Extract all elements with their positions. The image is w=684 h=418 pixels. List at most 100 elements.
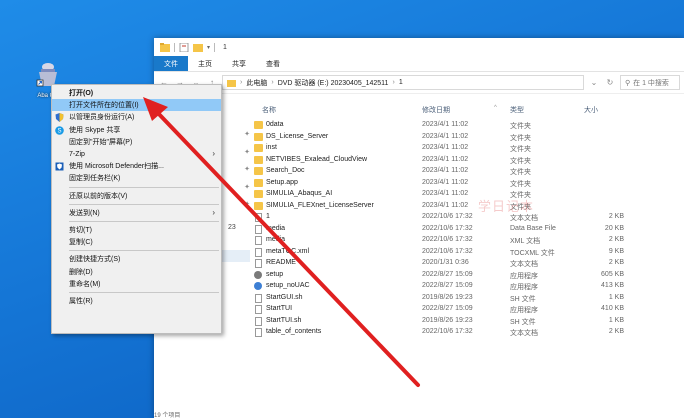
menu-item-label: 复制(C)	[69, 239, 93, 247]
menu-item[interactable]: 7-Zip ›	[52, 148, 221, 160]
file-type: SH 文件	[510, 295, 536, 303]
menu-item[interactable]: 重命名(M)	[52, 278, 221, 290]
pin-icon[interactable]: ✦	[242, 183, 252, 201]
chevron-right-icon: ›	[271, 79, 274, 86]
file-row[interactable]: StartGUI.sh 2019/8/26 19:23 SH 文件 1 KB	[254, 293, 684, 305]
file-row[interactable]: table_of_contents 2022/10/6 17:32 文本文档 2 KB	[254, 327, 684, 339]
file-row[interactable]: setup 2022/8/27 15:09 应用程序 605 KB	[254, 270, 684, 282]
file-name: StartTUI	[266, 305, 293, 312]
new-folder-icon[interactable]	[193, 43, 203, 52]
pin-icon[interactable]: ✦	[242, 130, 252, 148]
file-row[interactable]: 0data 2023/4/1 11:02 文件夹	[254, 120, 684, 132]
tab-file[interactable]: 文件	[154, 56, 188, 71]
menu-item[interactable]: 固定到任务栏(K)	[52, 172, 221, 184]
file-row[interactable]: StartTUI 2022/8/27 15:09 应用程序 410 KB	[254, 304, 684, 316]
menu-item-label: 删除(D)	[69, 268, 93, 276]
ribbon-tabs: 文件 主页 共享 查看	[154, 56, 684, 72]
shield-icon	[55, 113, 64, 123]
menu-item[interactable]: 固定到"开始"屏幕(P)	[52, 136, 221, 148]
column-type[interactable]: 类型	[510, 105, 524, 115]
address-row: ← → ⌄ ↑ › 此电脑 › DVD 驱动器 (E:) 20230405_14…	[154, 72, 684, 94]
menu-item[interactable]: 发送到(N) ›	[52, 207, 221, 219]
breadcrumb-dvd-drive[interactable]: DVD 驱动器 (E:) 20230405_142511	[278, 78, 389, 88]
chevron-down-icon[interactable]: ⌄	[588, 77, 600, 89]
file-date: 2023/4/1 11:02	[422, 121, 469, 128]
tab-share[interactable]: 共享	[222, 56, 256, 71]
menu-item[interactable]: 以管理员身份运行(A)	[52, 111, 221, 123]
refresh-icon[interactable]: ↻	[604, 77, 616, 89]
column-size[interactable]: 大小	[584, 105, 598, 115]
file-date: 2022/10/6 17:32	[422, 213, 473, 220]
divider	[214, 42, 216, 52]
address-bar[interactable]: › 此电脑 › DVD 驱动器 (E:) 20230405_142511 › 1	[222, 75, 584, 90]
menu-item-label: 打开文件所在的位置(I)	[69, 102, 139, 110]
column-date[interactable]: 修改日期	[422, 105, 450, 115]
file-name: inst	[266, 144, 277, 151]
search-box[interactable]: ⚲ 在 1 中搜索	[620, 75, 680, 90]
file-date: 2022/8/27 15:09	[422, 282, 473, 289]
pin-icon[interactable]: ✦	[242, 148, 252, 166]
file-type: 应用程序	[510, 284, 538, 291]
menu-item[interactable]: S 使用 Skype 共享	[52, 124, 221, 136]
file-row[interactable]: setup_noUAC 2022/8/27 15:09 应用程序 413 KB	[254, 281, 684, 293]
file-size: 2 KB	[608, 328, 624, 335]
window-title: 1	[223, 43, 227, 51]
file-name: StartTUI.sh	[266, 316, 302, 324]
setup-icon	[254, 270, 262, 279]
file-size: 9 KB	[608, 247, 624, 255]
menu-item[interactable]: 使用 Microsoft Defender扫描...	[52, 160, 221, 172]
tab-view[interactable]: 查看	[256, 56, 290, 71]
file-type: 文本文档	[510, 330, 538, 337]
file-list: 0data 2023/4/1 11:02 文件夹 DS_License_Server 2…	[254, 120, 684, 339]
menu-item-label: 固定到"开始"屏幕(P)	[69, 138, 133, 146]
file-date: 2023/4/1 11:02	[422, 144, 469, 151]
file-name: SIMULIA_Abaqus_AI	[266, 190, 333, 197]
chevron-right-icon: ›	[392, 79, 395, 86]
svg-text:S: S	[57, 128, 61, 134]
file-type: 文件夹	[510, 134, 531, 142]
file-type: 应用程序	[510, 307, 538, 314]
menu-item[interactable]: 复制(C)	[52, 236, 221, 248]
properties-icon[interactable]	[179, 42, 189, 52]
chevron-down-icon[interactable]: ▾	[207, 44, 210, 51]
file-date: 2019/8/26 19:23	[422, 316, 473, 324]
file-name: table_of_contents	[266, 328, 322, 335]
file-date: 2023/4/1 11:02	[422, 155, 469, 163]
search-placeholder: 在 1 中搜索	[633, 79, 669, 87]
file-type: 文件夹	[510, 169, 531, 176]
menu-item[interactable]: 剪切(T)	[52, 224, 221, 236]
file-row[interactable]: NETVIBES_Exalead_CloudView 2023/4/1 11:02…	[254, 155, 684, 167]
menu-item[interactable]: 删除(D)	[52, 265, 221, 277]
file-row[interactable]: SIMULIA_FLEXnet_LicenseServer 2023/4/1 11…	[254, 201, 684, 213]
file-row[interactable]: 1 2022/10/6 17:32 文本文档 2 KB	[254, 212, 684, 224]
file-row[interactable]: metaTOC.xml 2022/10/6 17:32 TOCXML 文件 9 KB	[254, 247, 684, 259]
file-icon	[255, 259, 262, 268]
menu-separator	[69, 291, 219, 293]
file-type: SH 文件	[510, 318, 536, 326]
menu-item[interactable]: 创建快捷方式(S)	[52, 253, 221, 265]
file-row[interactable]: inst 2023/4/1 11:02 文件夹	[254, 143, 684, 155]
tab-home[interactable]: 主页	[188, 56, 222, 71]
menu-item[interactable]: 打开文件所在的位置(I)	[52, 99, 221, 112]
file-row[interactable]: DS_License_Server 2023/4/1 11:02 文件夹	[254, 132, 684, 144]
menu-item[interactable]: 还原以前的版本(V)	[52, 190, 221, 202]
column-name[interactable]: 名称	[262, 105, 276, 115]
breadcrumb-folder[interactable]: 1	[399, 79, 403, 86]
file-row[interactable]: Setup.app 2023/4/1 11:02 文件夹	[254, 178, 684, 190]
pin-icon[interactable]: ✦	[242, 200, 252, 218]
file-row[interactable]: media 2022/10/6 17:32 XML 文档 2 KB	[254, 235, 684, 247]
file-row[interactable]: SIMULIA_Abaqus_AI 2023/4/1 11:02 文件夹	[254, 189, 684, 201]
menu-item[interactable]: 属性(R)	[52, 295, 221, 307]
file-row[interactable]: media 2022/10/6 17:32 Data Base File 20 KB	[254, 224, 684, 236]
file-row[interactable]: StartTUI.sh 2019/8/26 19:23 SH 文件 1 KB	[254, 316, 684, 328]
file-date: 2023/4/1 11:02	[422, 190, 469, 197]
menu-item-label: 属性(R)	[69, 297, 93, 305]
breadcrumb-this-pc[interactable]: 此电脑	[246, 78, 267, 88]
title-bar: ▾ 1	[154, 38, 684, 56]
folder-icon	[254, 144, 263, 152]
menu-item[interactable]: 打开(O)	[52, 87, 221, 99]
file-size: 1 KB	[608, 293, 624, 301]
file-row[interactable]: Search_Doc 2023/4/1 11:02 文件夹	[254, 166, 684, 178]
pin-icon[interactable]: ✦	[242, 165, 252, 183]
file-row[interactable]: README 2020/1/31 0:36 文本文档 2 KB	[254, 258, 684, 270]
